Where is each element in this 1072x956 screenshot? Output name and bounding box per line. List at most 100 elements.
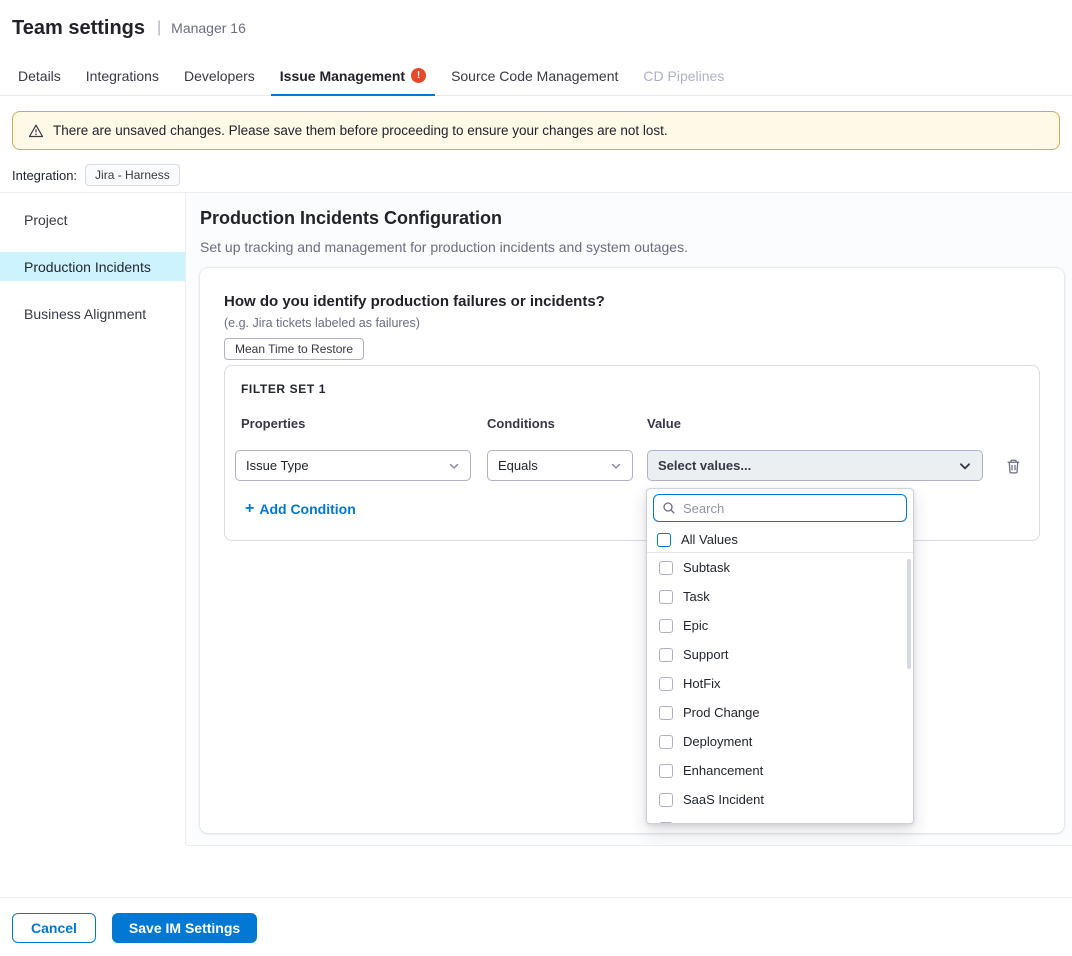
sidebar-item-business-alignment[interactable]: Business Alignment [0, 299, 185, 328]
settings-tab-bar: Details Integrations Developers Issue Ma… [0, 56, 1072, 96]
option-label: Subtask [683, 560, 730, 575]
option-checkbox[interactable] [659, 677, 673, 691]
value-dropdown-panel: All Values Subtask Task Epic Support Hot… [646, 488, 914, 824]
filter-set-title: FILTER SET 1 [241, 382, 326, 396]
chevron-down-icon [958, 459, 972, 473]
mean-time-to-restore-tag: Mean Time to Restore [224, 338, 364, 360]
option-enhancement[interactable]: Enhancement [647, 756, 913, 785]
option-checkbox[interactable] [659, 706, 673, 720]
content-bottom-divider [186, 845, 1072, 846]
sidebar-item-production-incidents-label: Production Incidents [24, 259, 151, 275]
page-title: Team settings [12, 17, 145, 40]
filter-set-1: FILTER SET 1 Properties Conditions Value… [224, 365, 1040, 541]
footer-divider [0, 897, 1072, 898]
sidebar-item-project-label: Project [24, 212, 68, 228]
option-deployment[interactable]: Deployment [647, 727, 913, 756]
trash-icon [1005, 458, 1022, 475]
team-name-label: Manager 16 [171, 20, 246, 36]
option-checkbox[interactable] [659, 735, 673, 749]
conditions-column-header: Conditions [487, 416, 555, 431]
condition-select[interactable]: Equals [487, 450, 633, 481]
production-incidents-panel: Production Incidents Configuration Set u… [186, 193, 1072, 845]
property-select[interactable]: Issue Type [235, 450, 471, 481]
value-multiselect-placeholder: Select values... [658, 458, 751, 473]
option-label: Enhancement [683, 763, 763, 778]
option-label: Task [683, 589, 710, 604]
sidebar-item-project[interactable]: Project [0, 205, 185, 234]
option-label: Support [683, 647, 729, 662]
sidebar-item-production-incidents[interactable]: Production Incidents [0, 252, 185, 281]
dropdown-search-box [653, 494, 907, 522]
unsaved-changes-banner: There are unsaved changes. Please save t… [12, 111, 1060, 150]
option-checkbox[interactable] [659, 590, 673, 604]
team-settings-page: Team settings | Manager 16 Details Integ… [0, 0, 1072, 956]
tab-source-code-management-label: Source Code Management [451, 68, 618, 84]
option-subtask[interactable]: Subtask [647, 553, 913, 582]
option-all-values[interactable]: All Values [647, 528, 913, 551]
tab-issue-management[interactable]: Issue Management ! [278, 56, 428, 95]
footer-actions: Cancel Save IM Settings [12, 913, 257, 943]
option-checkbox[interactable] [659, 764, 673, 778]
dropdown-scrollbar[interactable] [907, 559, 911, 669]
condition-select-value: Equals [498, 458, 538, 473]
integration-chip: Jira - Harness [85, 164, 180, 186]
identify-failures-question: How do you identify production failures … [224, 293, 605, 310]
option-saas-incident[interactable]: SaaS Incident [647, 785, 913, 814]
identify-failures-hint: (e.g. Jira tickets labeled as failures) [224, 316, 420, 330]
option-checkbox[interactable] [659, 561, 673, 575]
tab-developers-label: Developers [184, 68, 255, 84]
chevron-down-icon [448, 460, 460, 472]
page-header: Team settings | Manager 16 [0, 0, 1072, 56]
property-select-value: Issue Type [246, 458, 309, 473]
option-task[interactable]: Task [647, 582, 913, 611]
tab-details-label: Details [18, 68, 61, 84]
incidents-config-card: How do you identify production failures … [200, 268, 1064, 833]
option-label: SaaS Incident [683, 792, 764, 807]
delete-condition-button[interactable] [1003, 456, 1023, 476]
tab-integrations-label: Integrations [86, 68, 159, 84]
properties-column-header: Properties [241, 416, 305, 431]
option-prod-change[interactable]: Prod Change [647, 698, 913, 727]
dropdown-search-input[interactable] [683, 501, 898, 516]
section-heading: Production Incidents Configuration [200, 208, 502, 229]
option-checkbox[interactable] [659, 619, 673, 633]
option-label: HotFix [683, 676, 721, 691]
option-epic[interactable]: Epic [647, 611, 913, 640]
tab-integrations[interactable]: Integrations [84, 56, 161, 95]
tab-details[interactable]: Details [16, 56, 63, 95]
title-separator: | [157, 19, 161, 37]
value-multiselect[interactable]: Select values... [647, 450, 983, 481]
settings-sidebar: Project Production Incidents Business Al… [0, 193, 186, 845]
chevron-down-icon [610, 460, 622, 472]
cancel-button[interactable]: Cancel [12, 913, 96, 943]
add-condition-button[interactable]: + Add Condition [245, 501, 356, 517]
add-condition-label: Add Condition [259, 501, 355, 517]
unsaved-changes-badge-icon: ! [411, 68, 426, 83]
unsaved-changes-message: There are unsaved changes. Please save t… [53, 123, 668, 138]
option-label: Epic [683, 618, 708, 633]
all-values-checkbox[interactable] [657, 533, 671, 547]
section-description: Set up tracking and management for produ… [200, 239, 688, 255]
warning-triangle-icon [28, 123, 44, 139]
all-values-label: All Values [681, 532, 738, 547]
save-im-settings-button[interactable]: Save IM Settings [112, 913, 257, 943]
integration-row: Integration: Jira - Harness [12, 163, 180, 187]
search-icon [662, 501, 676, 515]
option-customer-notification[interactable]: Customer Notification [647, 814, 913, 823]
option-checkbox[interactable] [659, 648, 673, 662]
dropdown-options-list: Subtask Task Epic Support HotFix Prod Ch… [647, 553, 913, 823]
option-checkbox[interactable] [659, 822, 673, 824]
tab-cd-pipelines-label: CD Pipelines [643, 68, 724, 84]
option-label: Deployment [683, 734, 752, 749]
value-column-header: Value [647, 416, 681, 431]
integration-label: Integration: [12, 168, 77, 183]
option-label: Customer Notification [683, 821, 807, 823]
plus-icon: + [245, 501, 254, 517]
tab-source-code-management[interactable]: Source Code Management [449, 56, 620, 95]
sidebar-item-business-alignment-label: Business Alignment [24, 306, 146, 322]
tab-cd-pipelines: CD Pipelines [641, 56, 726, 95]
option-checkbox[interactable] [659, 793, 673, 807]
option-hotfix[interactable]: HotFix [647, 669, 913, 698]
tab-developers[interactable]: Developers [182, 56, 257, 95]
option-support[interactable]: Support [647, 640, 913, 669]
